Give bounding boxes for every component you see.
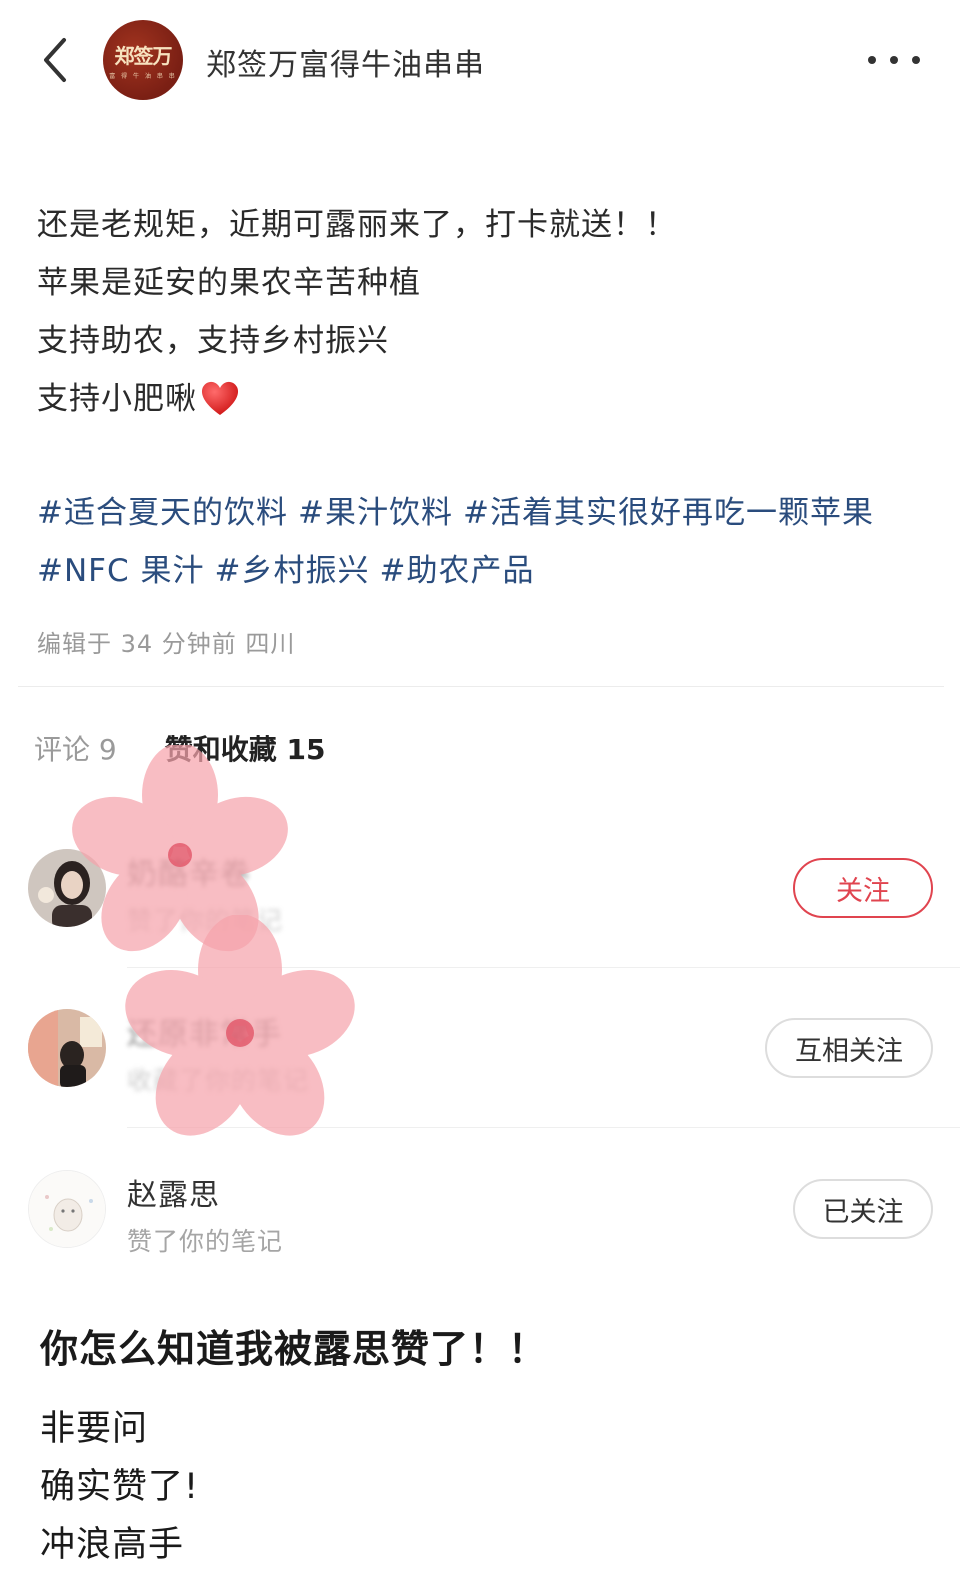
hashtag-link[interactable]: #活着其实很好再吃一颗苹果 bbox=[463, 495, 874, 531]
follow-button[interactable]: 关注 bbox=[793, 858, 933, 918]
hashtag-link[interactable]: #果汁饮料 bbox=[298, 495, 453, 531]
user-action: 收藏了你的笔记 bbox=[127, 1066, 310, 1095]
hashtag-link[interactable]: #NFC 果汁 bbox=[37, 553, 205, 589]
post-body: 还是老规矩，近期可露丽来了，打卡就送！！ 苹果是延安的果农辛苦种植 支持助农，支… bbox=[37, 196, 927, 428]
top-bar: 郑签万 富 得 牛 油 串 串 郑签万富得牛油串串 bbox=[0, 0, 960, 120]
post-line: 还是老规矩，近期可露丽来了，打卡就送！！ bbox=[37, 207, 677, 243]
post-line: 苹果是延安的果农辛苦种植 bbox=[37, 265, 421, 301]
list-item[interactable]: 赵露思 赞了你的笔记 已关注 bbox=[0, 1136, 960, 1286]
tab-comments[interactable]: 评论 9 bbox=[34, 728, 117, 768]
user-photo-icon bbox=[28, 1009, 106, 1087]
caption-line: 非要问 bbox=[40, 1409, 149, 1449]
shop-logo-text: 郑签万 bbox=[114, 44, 173, 68]
avatar[interactable] bbox=[28, 1170, 106, 1248]
shop-logo-subtext: 富 得 牛 油 串 串 bbox=[109, 73, 177, 80]
user-name[interactable]: 还原非常手 bbox=[127, 1009, 282, 1053]
caption-line: 确实赞了! bbox=[40, 1467, 200, 1507]
user-action: 赞了你的笔记 bbox=[127, 906, 284, 935]
user-photo-icon bbox=[28, 849, 106, 927]
interaction-tabs: 评论 9 赞和收藏 15 bbox=[34, 728, 325, 768]
caption-line: 冲浪高手 bbox=[40, 1525, 185, 1565]
list-item[interactable]: 奶酪辛卷 赞了你的笔记 关注 bbox=[0, 815, 960, 965]
more-dots-icon bbox=[868, 56, 876, 64]
list-item[interactable]: 还原非常手 收藏了你的笔记 互相关注 bbox=[0, 975, 960, 1125]
caption-title: 你怎么知道我被露思赞了！！ bbox=[40, 1327, 548, 1371]
red-heart-icon bbox=[201, 381, 239, 415]
caption-body: 非要问 确实赞了! 冲浪高手 bbox=[40, 1400, 199, 1574]
divider bbox=[127, 1127, 960, 1128]
mutual-follow-button[interactable]: 互相关注 bbox=[765, 1018, 933, 1078]
shop-avatar[interactable]: 郑签万 富 得 牛 油 串 串 bbox=[103, 20, 183, 100]
user-action: 赞了你的笔记 bbox=[127, 1227, 284, 1256]
user-name[interactable]: 奶酪辛卷 bbox=[127, 849, 251, 893]
user-name[interactable]: 赵露思 bbox=[127, 1170, 220, 1214]
followed-button[interactable]: 已关注 bbox=[793, 1179, 933, 1239]
avatar[interactable] bbox=[28, 849, 106, 927]
post-line: 支持助农，支持乡村振兴 bbox=[37, 323, 389, 359]
cartoon-avatar-icon bbox=[29, 1171, 105, 1247]
chevron-left-icon bbox=[44, 38, 66, 82]
post-line: 支持小肥啾 bbox=[37, 381, 197, 417]
hashtag-link[interactable]: #助农产品 bbox=[379, 553, 534, 589]
hashtag-link[interactable]: #适合夏天的饮料 bbox=[37, 495, 288, 531]
post-meta: 编辑于 34 分钟前 四川 bbox=[37, 630, 296, 658]
post-line-with-heart: 支持小肥啾 bbox=[37, 370, 927, 428]
hashtag-link[interactable]: #乡村振兴 bbox=[215, 553, 370, 589]
shop-name[interactable]: 郑签万富得牛油串串 bbox=[206, 40, 485, 84]
tab-likes-favorites[interactable]: 赞和收藏 15 bbox=[165, 728, 326, 768]
divider bbox=[18, 686, 944, 687]
divider bbox=[127, 967, 960, 968]
more-button[interactable] bbox=[868, 52, 920, 68]
hashtag-list: #适合夏天的饮料 #果汁饮料 #活着其实很好再吃一颗苹果 #NFC 果汁 #乡村振兴 #助… bbox=[37, 484, 927, 600]
back-button[interactable] bbox=[36, 36, 76, 84]
avatar[interactable] bbox=[28, 1009, 106, 1087]
